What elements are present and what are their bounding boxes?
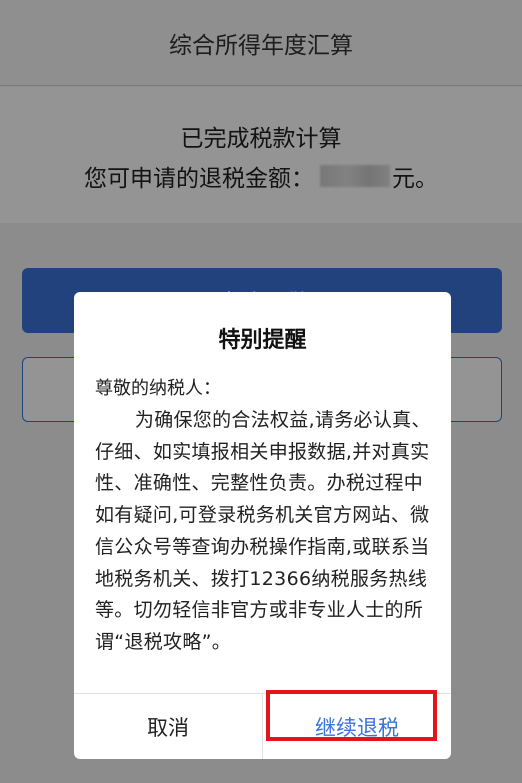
special-reminder-dialog: 特别提醒 尊敬的纳税人： 为确保您的合法权益,请务必认真、仔细、如实填报相关申报… [74, 292, 451, 759]
dialog-greeting: 尊敬的纳税人： [95, 378, 221, 399]
cancel-button[interactable]: 取消 [74, 694, 262, 759]
dialog-title: 特别提醒 [218, 328, 307, 353]
dialog-message: 为确保您的合法权益,请务必认真、仔细、如实填报相关申报数据,并对真实性、准确性、… [95, 409, 431, 653]
continue-refund-button[interactable]: 继续退税 [263, 694, 451, 759]
